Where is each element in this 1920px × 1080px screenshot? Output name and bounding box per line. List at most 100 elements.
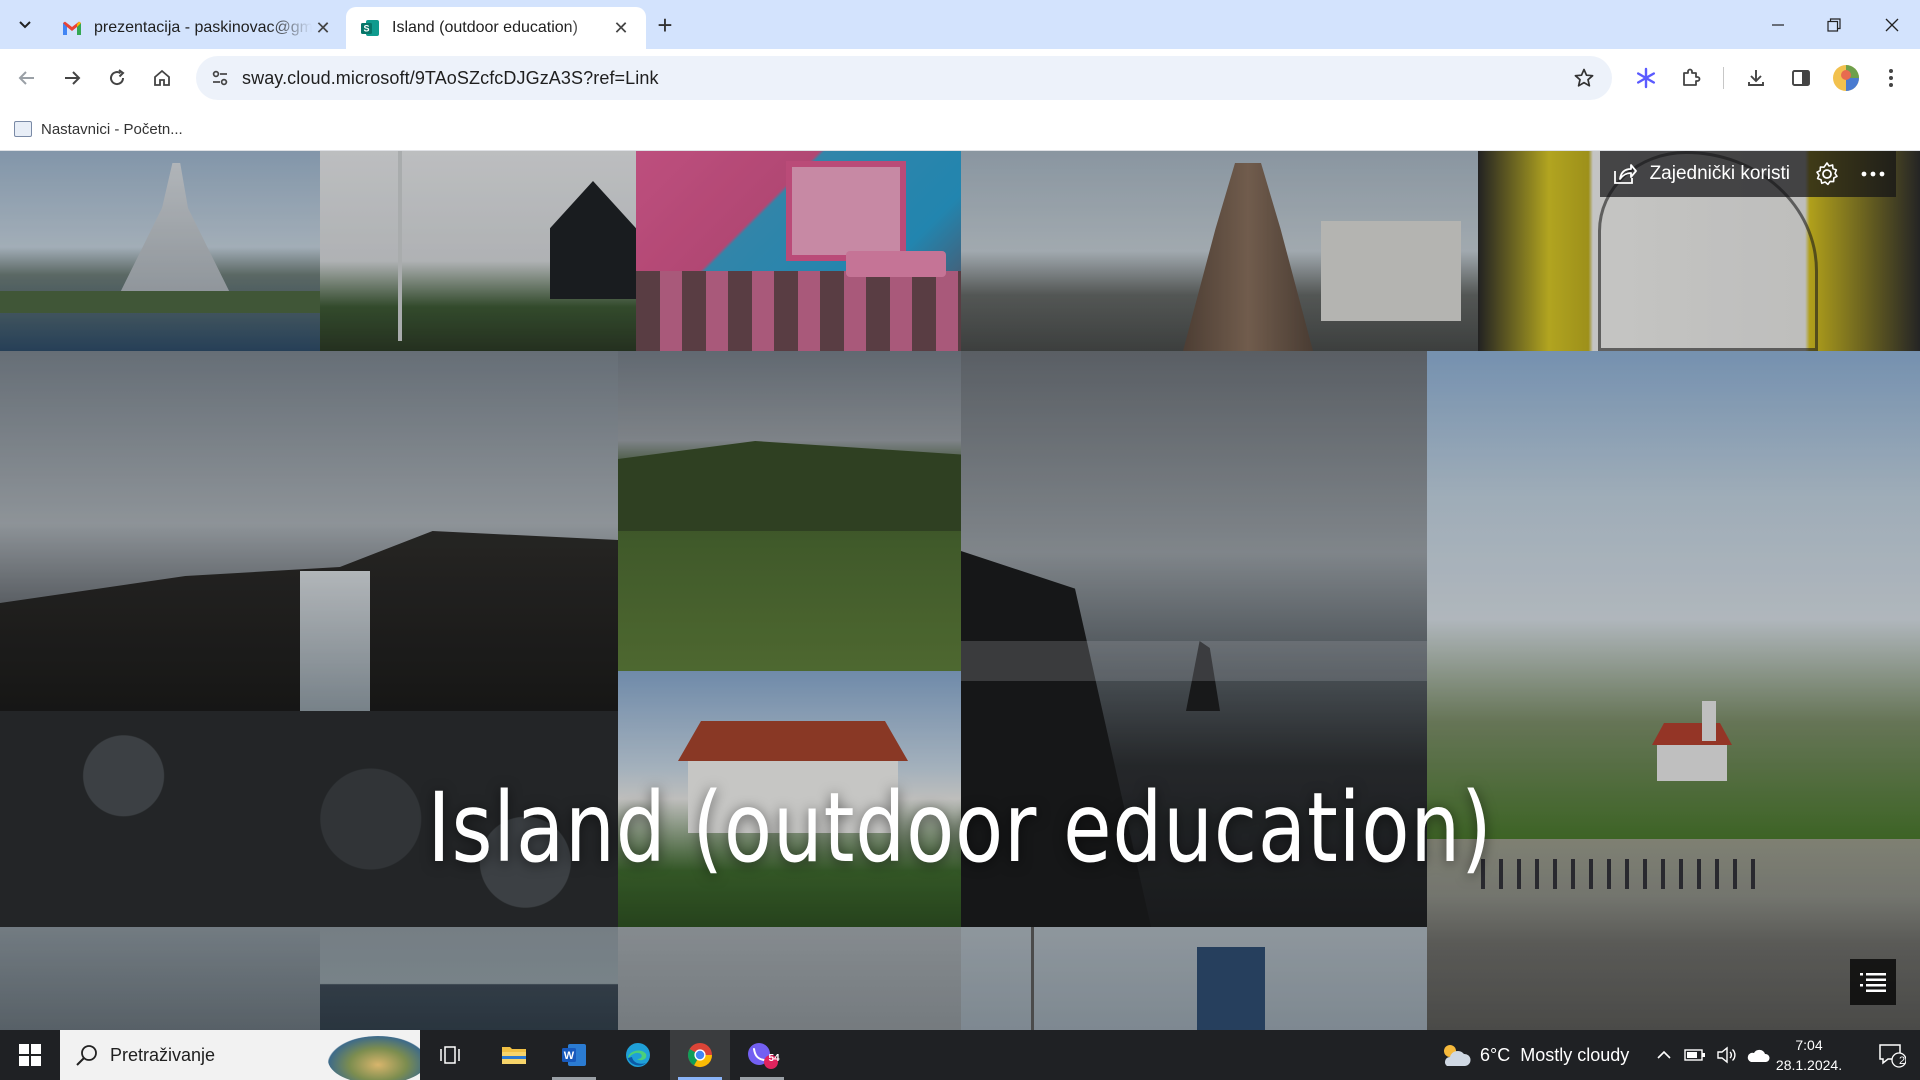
photo-overcast-tile	[618, 927, 961, 1030]
page-icon	[14, 121, 32, 137]
extension-button[interactable]	[1630, 62, 1662, 94]
photo-sky-tile	[0, 927, 320, 1030]
svg-text:S: S	[363, 24, 369, 34]
tune-icon	[212, 70, 228, 86]
bookmark-label: Nastavnici - Početn...	[41, 120, 183, 138]
gear-icon	[1816, 162, 1838, 186]
task-view-icon	[440, 1046, 460, 1064]
battery-indicator[interactable]	[1684, 1030, 1706, 1080]
windows-logo-icon	[19, 1044, 41, 1066]
chrome-button[interactable]	[670, 1030, 730, 1080]
close-window-button[interactable]	[1864, 0, 1920, 49]
weather-description: Mostly cloudy	[1520, 1044, 1630, 1065]
search-placeholder: Pretraživanje	[110, 1044, 216, 1065]
photo-green-cliffs-tile	[618, 351, 961, 671]
list-icon	[1860, 973, 1886, 992]
sway-title: Island (outdoor education)	[427, 772, 1493, 884]
bookmark-item[interactable]: Nastavnici - Početn...	[14, 115, 183, 143]
bookmarks-bar: Nastavnici - Početn...	[0, 107, 1920, 151]
volume-indicator[interactable]	[1716, 1030, 1738, 1080]
word-icon: W	[562, 1044, 586, 1066]
browser-tab-strip: prezentacija - paskinovac@gmail.com - Gm…	[0, 0, 1920, 49]
viber-button[interactable]: 54	[732, 1030, 792, 1080]
close-icon[interactable]: ✕	[610, 17, 632, 39]
chrome-menu-button[interactable]	[1875, 62, 1907, 94]
clock-time: 7:04	[1795, 1037, 1823, 1053]
speaker-icon	[1717, 1046, 1736, 1064]
notification-count: 2	[1898, 1055, 1906, 1067]
restore-icon	[1827, 17, 1841, 32]
viber-badge: 54	[768, 1053, 780, 1064]
close-icon	[1885, 18, 1899, 31]
screen: prezentacija - paskinovac@gmail.com - Gm…	[0, 0, 1920, 1080]
minimize-icon	[1772, 23, 1784, 26]
notifications-button[interactable]: 2	[1874, 1039, 1910, 1071]
tab-sway[interactable]: S Island (outdoor education) ✕	[346, 7, 646, 49]
weather-widget[interactable]: 6°C Mostly cloudy	[1438, 1030, 1629, 1080]
sway-icon: S	[360, 18, 380, 38]
sway-toolbar: Zajednički koristi	[1599, 151, 1896, 197]
search-icon	[76, 1045, 97, 1066]
address-bar[interactable]: sway.cloud.microsoft/9TAoSZcfcDJGzA3S?re…	[196, 56, 1612, 100]
photo-church-tile	[0, 151, 320, 351]
share-label: Zajednički koristi	[1649, 163, 1790, 184]
chrome-icon	[687, 1043, 712, 1068]
profile-avatar[interactable]	[1830, 62, 1862, 94]
battery-icon	[1684, 1049, 1705, 1061]
minimize-button[interactable]	[1750, 0, 1806, 49]
share-button[interactable]: Zajednički koristi	[1600, 151, 1804, 197]
reload-icon	[110, 69, 125, 86]
home-button[interactable]	[146, 62, 178, 94]
task-view-button[interactable]	[420, 1030, 480, 1080]
avatar-icon	[1833, 65, 1859, 91]
bookmark-star-button[interactable]	[1568, 62, 1600, 94]
browser-toolbar: sway.cloud.microsoft/9TAoSZcfcDJGzA3S?re…	[0, 49, 1920, 107]
chevron-up-icon	[1657, 1050, 1671, 1059]
edge-button[interactable]	[608, 1030, 668, 1080]
start-button[interactable]	[0, 1030, 60, 1080]
forward-button[interactable]	[56, 62, 88, 94]
photo-black-church-tile	[320, 151, 636, 351]
taskbar-search[interactable]: Pretraživanje	[60, 1030, 420, 1080]
photo-icecream-shop-tile	[636, 151, 961, 351]
arrow-left-icon	[18, 71, 34, 85]
photo-red-roof-church-tile	[1427, 351, 1920, 839]
chevron-down-icon	[19, 21, 31, 29]
snowflake-icon	[1637, 67, 1655, 89]
search-highlight-image	[328, 1036, 420, 1080]
url-text: sway.cloud.microsoft/9TAoSZcfcDJGzA3S?re…	[242, 67, 659, 88]
weather-cloud-sun-icon	[1444, 1045, 1471, 1066]
gmail-icon	[62, 18, 82, 38]
tab-title: Island (outdoor education)	[392, 19, 578, 36]
show-hidden-icons-button[interactable]	[1656, 1030, 1672, 1080]
photo-tower-tile	[961, 927, 1427, 1030]
arrow-right-icon	[65, 71, 81, 85]
settings-button[interactable]	[1804, 151, 1850, 197]
star-icon	[1574, 68, 1594, 87]
downloads-button[interactable]	[1740, 62, 1772, 94]
home-icon	[154, 69, 170, 86]
tab-title: prezentacija - paskinovac@gmail.com - Gm…	[94, 19, 312, 36]
puzzle-icon	[1683, 68, 1701, 86]
tab-gmail[interactable]: prezentacija - paskinovac@gmail.com - Gm…	[48, 7, 348, 49]
folder-icon	[502, 1047, 526, 1064]
photo-statue-tile	[961, 151, 1478, 351]
restore-button[interactable]	[1806, 0, 1862, 49]
word-button[interactable]: W	[544, 1030, 604, 1080]
navigation-button[interactable]	[1850, 959, 1896, 1005]
tab-search-button[interactable]	[10, 10, 40, 40]
new-tab-button[interactable]: +	[650, 10, 680, 40]
extensions-menu-button[interactable]	[1675, 62, 1707, 94]
more-options-button[interactable]	[1850, 151, 1896, 197]
reload-button[interactable]	[101, 62, 133, 94]
edge-icon	[626, 1043, 650, 1067]
side-panel-icon	[1792, 70, 1810, 86]
system-clock[interactable]: 7:04 28.1.2024.	[1764, 1035, 1854, 1075]
file-explorer-button[interactable]	[484, 1030, 544, 1080]
windows-taskbar: Pretraživanje W 54 6°C Mostly cloudy 7:0…	[0, 1030, 1920, 1080]
site-info-button[interactable]	[204, 62, 236, 94]
close-icon[interactable]: ✕	[312, 17, 334, 39]
download-icon	[1748, 70, 1764, 86]
side-panel-button[interactable]	[1785, 62, 1817, 94]
back-button[interactable]	[11, 62, 43, 94]
